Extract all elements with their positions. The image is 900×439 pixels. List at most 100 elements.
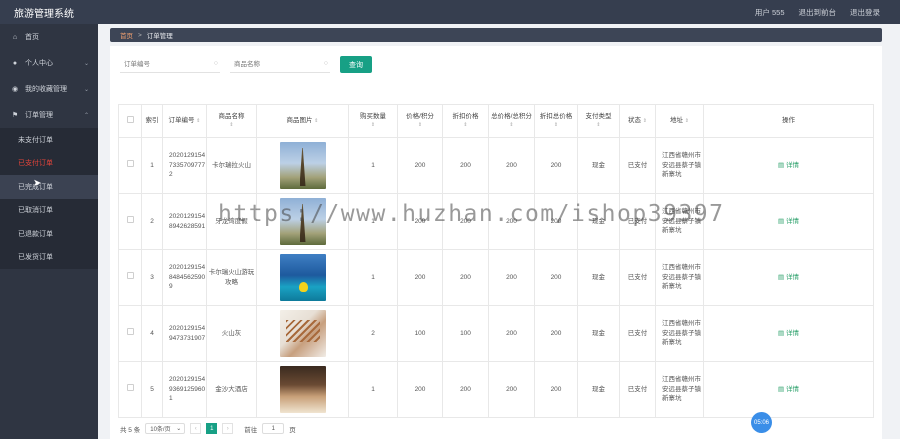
mouse-cursor-icon: ➤ bbox=[33, 178, 42, 189]
header-label: 地址 bbox=[669, 116, 683, 124]
cell-discount-total: 200 bbox=[534, 305, 578, 362]
sidebar-item-orders[interactable]: ⚑ 订单管理 ⌃ bbox=[0, 102, 98, 128]
header-total-price[interactable]: 总价格/总积分 ⇕ bbox=[488, 104, 535, 138]
goto-page-input[interactable]: 1 bbox=[262, 423, 285, 434]
sidebar-item-label: 我的收藏管理 bbox=[25, 86, 67, 93]
header-discount-total[interactable]: 折扣总价格 ⇕ bbox=[534, 104, 578, 138]
order-no-input[interactable] bbox=[120, 56, 206, 72]
header-status[interactable]: 状态 ⇕ bbox=[619, 104, 656, 138]
product-image[interactable] bbox=[279, 142, 326, 189]
sort-icon[interactable]: ⇕ bbox=[685, 118, 689, 124]
location-icon: ◉ bbox=[11, 86, 19, 93]
cell-order-no: 20201291548484562590 9 bbox=[162, 249, 207, 306]
checkbox[interactable] bbox=[126, 328, 134, 336]
cell-address: 江西省赣州市安远县蔡子镇新寨坑 bbox=[655, 361, 704, 418]
row-select[interactable] bbox=[118, 305, 142, 362]
sidebar-sub-shipped[interactable]: 已发货订单 bbox=[0, 245, 98, 269]
cell-price: 200 bbox=[397, 249, 443, 306]
cell-actions: ▤ 详情 bbox=[703, 137, 874, 194]
row-select[interactable] bbox=[118, 361, 142, 418]
row-select[interactable] bbox=[118, 137, 142, 194]
sidebar-item-personal[interactable]: ● 个人中心 ⌄ bbox=[0, 50, 98, 76]
header-address[interactable]: 地址 ⇕ bbox=[655, 104, 704, 138]
row-select[interactable] bbox=[118, 249, 142, 306]
checkbox[interactable] bbox=[126, 272, 134, 280]
table-row: 1 20201291547335709777 2 卡尔瑞拉火山 1 200 20… bbox=[118, 137, 874, 194]
cell-index: 5 bbox=[141, 361, 163, 418]
detail-button[interactable]: ▤ 详情 bbox=[778, 386, 799, 393]
cell-pay-type: 现金 bbox=[577, 137, 620, 194]
sort-icon[interactable]: ⇕ bbox=[196, 118, 200, 124]
sidebar-item-label: 订单管理 bbox=[25, 112, 53, 119]
cell-status: 已支付 bbox=[619, 137, 656, 194]
sidebar-sub-completed[interactable]: 已完成订单 bbox=[0, 175, 98, 199]
page-size-select[interactable]: 10条/页 ⌄ bbox=[145, 423, 186, 434]
cell-index: 2 bbox=[141, 193, 163, 250]
table-row: 5 20201291549369125960 1 金沙大酒店 1 200 200… bbox=[118, 361, 874, 418]
page-unit-label: 页 bbox=[289, 426, 296, 434]
sort-icon[interactable]: ⇕ bbox=[314, 118, 318, 124]
header-discount-price[interactable]: 折扣价格 ⇕ bbox=[442, 104, 489, 138]
cell-price: 200 bbox=[397, 361, 443, 418]
sort-icon[interactable]: ⇕ bbox=[535, 121, 577, 131]
sidebar-sub-paid[interactable]: 已支付订单 bbox=[0, 151, 98, 175]
cell-order-no: 20201291549473731907 bbox=[162, 305, 207, 362]
prev-page-button[interactable]: ‹ bbox=[190, 423, 202, 434]
next-page-button[interactable]: › bbox=[222, 423, 234, 434]
sidebar-item-favorites[interactable]: ◉ 我的收藏管理 ⌄ bbox=[0, 76, 98, 102]
chevron-down-icon: ⌄ bbox=[176, 426, 182, 432]
page-button-current[interactable]: 1 bbox=[206, 423, 218, 434]
sort-icon[interactable]: ⇕ bbox=[207, 121, 256, 131]
document-icon: ▤ bbox=[778, 217, 785, 225]
product-image[interactable] bbox=[279, 366, 326, 413]
checkbox[interactable] bbox=[126, 115, 134, 123]
cell-discount-price: 200 bbox=[442, 361, 489, 418]
cell-total-price: 200 bbox=[488, 361, 535, 418]
header-price[interactable]: 价格/积分 ⇕ bbox=[397, 104, 443, 138]
floating-timer-badge[interactable]: 05:06 bbox=[751, 412, 772, 433]
detail-button[interactable]: ▤ 详情 bbox=[778, 274, 799, 281]
logout-link[interactable]: 退出登录 bbox=[850, 7, 880, 18]
header-pay-type[interactable]: 支付类型 ⇕ bbox=[577, 104, 620, 138]
detail-button[interactable]: ▤ 详情 bbox=[778, 162, 799, 169]
header-order-no[interactable]: 订单编号 ⇕ bbox=[162, 104, 207, 138]
sort-icon[interactable]: ⇕ bbox=[398, 121, 442, 131]
sort-icon[interactable]: ⇕ bbox=[578, 121, 619, 131]
row-select[interactable] bbox=[118, 193, 142, 250]
checkbox[interactable] bbox=[126, 160, 134, 168]
checkbox[interactable] bbox=[126, 384, 134, 392]
home-icon: ⌂ bbox=[12, 33, 18, 41]
breadcrumb-home[interactable]: 首页 bbox=[120, 30, 133, 40]
cell-pay-type: 现金 bbox=[577, 361, 620, 418]
sidebar-sub-refunded[interactable]: 已退款订单 bbox=[0, 222, 98, 246]
sidebar-sub-cancelled[interactable]: 已取消订单 bbox=[0, 198, 98, 222]
cell-product-name: 卡尔瑞拉火山 bbox=[206, 137, 257, 194]
chevron-down-icon: ⌄ bbox=[83, 60, 89, 67]
cell-actions: ▤ 详情 bbox=[703, 361, 874, 418]
sort-icon[interactable]: ⇕ bbox=[643, 118, 647, 124]
sidebar-item-home[interactable]: ⌂ 首页 bbox=[0, 24, 98, 50]
document-icon: ▤ bbox=[778, 385, 785, 393]
exit-backend-link[interactable]: 退出到前台 bbox=[799, 7, 837, 18]
checkbox[interactable] bbox=[126, 216, 134, 224]
product-name-input[interactable] bbox=[230, 56, 316, 72]
sort-icon[interactable]: ⇕ bbox=[443, 121, 488, 131]
product-image[interactable] bbox=[279, 310, 326, 357]
detail-button[interactable]: ▤ 详情 bbox=[778, 330, 799, 337]
sort-icon[interactable]: ⇕ bbox=[489, 121, 534, 131]
header-select-all[interactable] bbox=[118, 104, 142, 138]
detail-button[interactable]: ▤ 详情 bbox=[778, 218, 799, 225]
sidebar-sub-unpaid[interactable]: 未支付订单 bbox=[0, 128, 98, 152]
sidebar-item-label: 首页 bbox=[25, 34, 39, 41]
cell-order-no: 20201291549369125960 1 bbox=[162, 361, 207, 418]
header-label: 价格/积分 bbox=[406, 112, 434, 120]
sort-icon[interactable]: ⇕ bbox=[349, 121, 397, 131]
header-label: 折扣价格 bbox=[452, 112, 479, 120]
product-image[interactable] bbox=[279, 254, 326, 301]
header-product-image[interactable]: 商品图片 ⇕ bbox=[256, 104, 349, 138]
user-link[interactable]: 用户 555 bbox=[755, 7, 785, 18]
header-quantity[interactable]: 购买数量 ⇕ bbox=[348, 104, 398, 138]
header-product-name[interactable]: 商品名称 ⇕ bbox=[206, 104, 257, 138]
query-button[interactable]: 查询 bbox=[340, 56, 372, 73]
cell-status: 已支付 bbox=[619, 361, 656, 418]
